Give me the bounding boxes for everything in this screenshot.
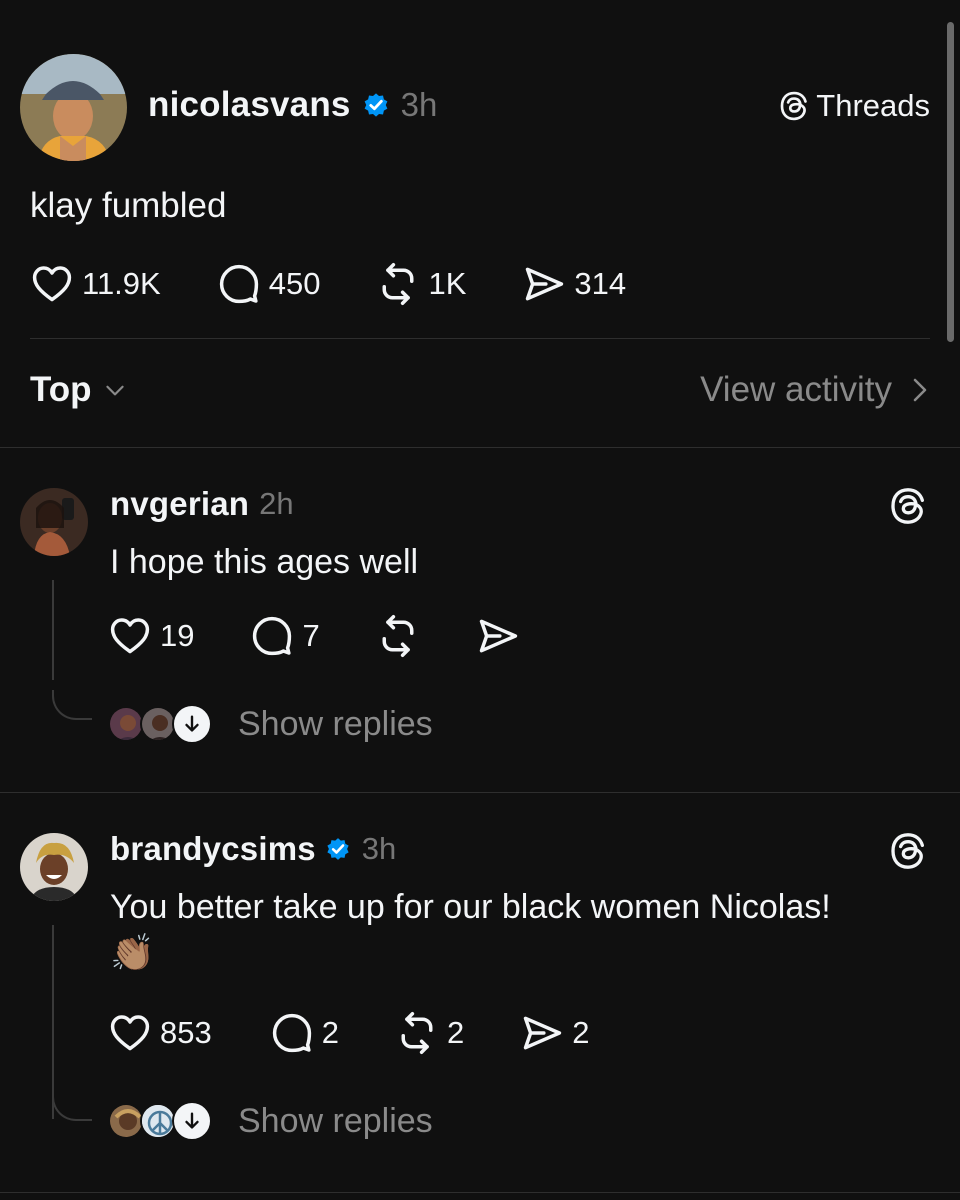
username[interactable]: nvgerian	[110, 485, 249, 523]
share-button[interactable]: 314	[522, 262, 626, 306]
share-count: 2	[572, 1015, 590, 1050]
divider	[30, 338, 930, 339]
verified-badge-icon	[324, 835, 352, 863]
chevron-down-icon	[105, 385, 124, 396]
like-button[interactable]: 19	[108, 614, 194, 658]
repost-icon	[376, 614, 420, 658]
threads-logo-icon	[778, 90, 810, 122]
threads-logo-icon[interactable]	[888, 486, 928, 526]
thread-line	[52, 690, 92, 720]
comment-button[interactable]: 450	[217, 262, 321, 306]
show-replies-label: Show replies	[238, 704, 433, 743]
share-icon	[522, 262, 566, 306]
reply-time: 3h	[361, 831, 397, 866]
avatar	[140, 1103, 176, 1139]
post-actions: 11.9K 450 1K 314	[30, 262, 626, 306]
repost-icon	[395, 1011, 439, 1055]
share-count: 314	[574, 266, 627, 301]
repost-button[interactable]: 2	[395, 1011, 464, 1055]
reply-author: nvgerian 2h	[110, 484, 294, 524]
reply-text-body: You better take up for our black women N…	[110, 888, 831, 926]
threads-link[interactable]: Threads	[778, 86, 930, 126]
repost-button[interactable]: 1K	[376, 262, 466, 306]
sort-dropdown[interactable]: Top	[30, 370, 128, 410]
show-replies-label: Show replies	[238, 1101, 433, 1140]
comment-icon	[217, 262, 261, 306]
like-count: 19	[160, 618, 195, 653]
reply-avatars	[108, 1101, 216, 1141]
like-count: 853	[160, 1015, 212, 1050]
sort-label: Top	[30, 370, 92, 409]
comment-icon	[270, 1011, 314, 1055]
arrow-down-icon	[172, 1101, 212, 1141]
arrow-down-icon	[172, 704, 212, 744]
repost-count: 1K	[428, 266, 467, 301]
comment-button[interactable]: 7	[250, 614, 320, 658]
show-replies-button[interactable]: Show replies	[108, 704, 433, 744]
reply-item: brandycsims 3h You better take up for ou…	[0, 793, 960, 1193]
comment-button[interactable]: 2	[270, 1011, 339, 1055]
reply-item: nvgerian 2h I hope this ages well 19 7 S…	[0, 448, 960, 792]
comment-icon	[250, 614, 294, 658]
post-text: klay fumbled	[30, 186, 227, 225]
reply-text: You better take up for our black women N…	[110, 884, 930, 977]
repost-button[interactable]	[376, 614, 420, 658]
like-button[interactable]: 11.9K	[30, 262, 161, 306]
heart-icon	[108, 1011, 152, 1055]
main-post: nicolasvans 3h Threads klay fumbled 11.9…	[0, 0, 960, 448]
view-activity-label: View activity	[700, 370, 892, 409]
like-count: 11.9K	[82, 266, 161, 301]
post-time: 3h	[400, 86, 438, 123]
reply-time: 2h	[259, 486, 294, 521]
avatar[interactable]	[20, 488, 88, 556]
heart-icon	[108, 614, 152, 658]
avatar	[108, 1103, 144, 1139]
thread-line	[52, 580, 54, 680]
post-author: nicolasvans 3h	[148, 84, 437, 126]
share-icon	[520, 1011, 564, 1055]
repost-count: 2	[446, 1015, 465, 1050]
share-button[interactable]: 2	[520, 1011, 589, 1055]
threads-label: Threads	[816, 88, 930, 123]
reply-actions: 853 2 2 2	[108, 1011, 589, 1055]
avatar[interactable]	[20, 833, 88, 901]
comment-count: 450	[268, 266, 321, 301]
heart-icon	[30, 262, 74, 306]
divider	[0, 1192, 960, 1193]
like-button[interactable]: 853	[108, 1011, 212, 1055]
reply-actions: 19 7	[108, 614, 520, 658]
avatar[interactable]	[20, 54, 127, 161]
chevron-right-icon	[913, 378, 927, 402]
reply-avatars	[108, 704, 216, 744]
thread-line	[52, 1091, 92, 1121]
threads-logo-icon[interactable]	[888, 831, 928, 871]
comment-count: 2	[321, 1015, 339, 1050]
username[interactable]: nicolasvans	[148, 85, 351, 125]
share-button[interactable]	[476, 614, 520, 658]
thread-line	[52, 925, 54, 1119]
avatar	[108, 706, 144, 742]
comment-count: 7	[302, 618, 320, 653]
view-activity-link[interactable]: View activity	[700, 370, 930, 410]
share-icon	[476, 614, 520, 658]
repost-icon	[376, 262, 420, 306]
reply-author: brandycsims 3h	[110, 829, 396, 869]
clapping-emoji: 👏🏽	[110, 932, 155, 973]
show-replies-button[interactable]: Show replies	[108, 1101, 433, 1141]
avatar	[140, 706, 176, 742]
username[interactable]: brandycsims	[110, 830, 316, 868]
verified-badge-icon	[361, 90, 391, 120]
reply-text: I hope this ages well	[110, 543, 419, 581]
